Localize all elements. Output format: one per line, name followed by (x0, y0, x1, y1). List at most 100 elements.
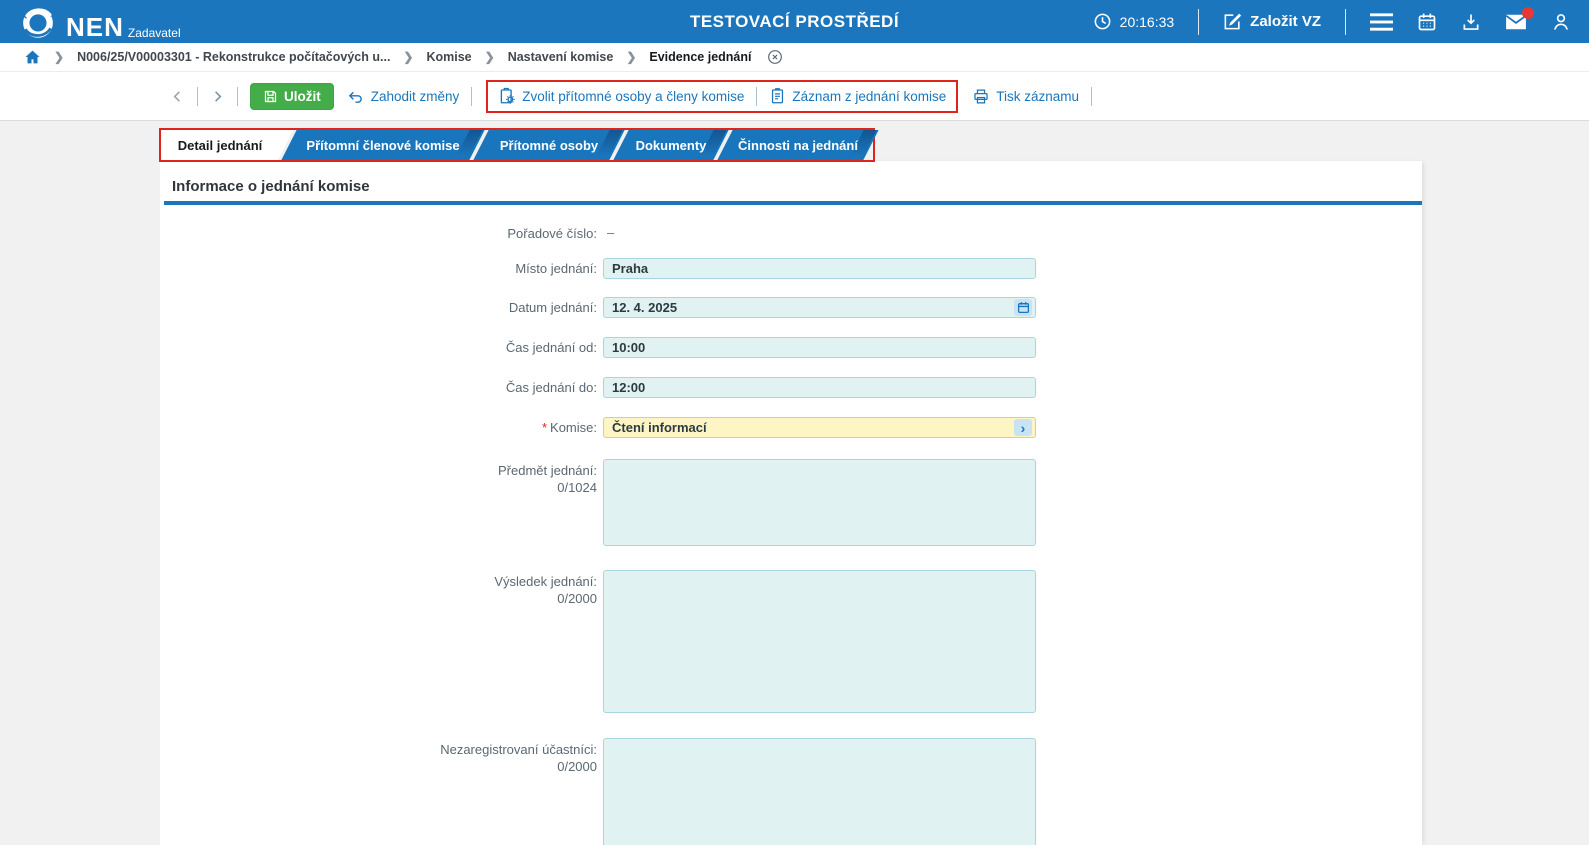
place-input[interactable] (603, 258, 1036, 279)
clock-icon (1093, 12, 1112, 31)
header-divider (1198, 9, 1199, 35)
app-logo[interactable]: NEN Zadavatel (20, 4, 181, 40)
toolbar-divider (756, 87, 757, 106)
meeting-record-button[interactable]: Záznam z jednání komise (769, 87, 946, 105)
unregistered-label: Nezaregistrovaní účastníci: 0/2000 (160, 742, 597, 774)
committee-label: *Komise: (160, 420, 597, 435)
save-label: Uložit (284, 89, 321, 104)
server-time: 20:16:33 (1093, 12, 1175, 31)
chevron-field-icon: › (1021, 421, 1026, 435)
subject-textarea[interactable] (603, 459, 1036, 546)
choose-persons-label: Zvolit přítomné osoby a členy komise (522, 89, 744, 104)
prev-record-button[interactable] (170, 89, 185, 104)
create-vz-button[interactable]: Založit VZ (1223, 12, 1321, 31)
clipboard-gear-icon (498, 87, 516, 105)
save-button[interactable]: Uložit (250, 83, 334, 110)
tab-label: Činnosti na jednání (738, 138, 858, 153)
committee-lookup-button[interactable]: › (1014, 419, 1032, 436)
committee-input[interactable] (603, 417, 1036, 438)
clipboard-doc-icon (769, 87, 786, 105)
label-text: Čas jednání od: (506, 340, 597, 355)
header-divider (1345, 9, 1346, 35)
discard-label: Zahodit změny (371, 89, 460, 104)
breadcrumb-item-nastaveni-komise[interactable]: Nastavení komise (508, 50, 614, 64)
tab-cinnosti-na-jednani[interactable]: Činnosti na jednání (723, 130, 873, 160)
home-icon[interactable] (24, 49, 41, 65)
environment-title: TESTOVACÍ PROSTŘEDÍ (690, 0, 899, 43)
printer-icon (972, 88, 990, 105)
serial-value: – (607, 225, 614, 240)
serial-label: Pořadové číslo: (160, 226, 597, 241)
label-text: Datum jednání: (509, 300, 597, 315)
label-text: Nezaregistrovaní účastníci: (440, 742, 597, 757)
choose-persons-button[interactable]: Zvolit přítomné osoby a členy komise (498, 87, 744, 105)
tab-detail-jednani[interactable]: Detail jednání (161, 130, 293, 160)
next-record-button[interactable] (210, 89, 225, 104)
result-label: Výsledek jednání: 0/2000 (160, 574, 597, 606)
date-label: Datum jednání: (160, 300, 597, 315)
discard-changes-button[interactable]: Zahodit změny (346, 88, 460, 105)
label-text: Výsledek jednání: (494, 574, 597, 589)
time-from-label: Čas jednání od: (160, 340, 597, 355)
unregistered-textarea[interactable] (603, 738, 1036, 845)
app-header: NEN Zadavatel TESTOVACÍ PROSTŘEDÍ 20:16:… (0, 0, 1589, 43)
place-label: Místo jednání: (160, 261, 597, 276)
messages-button[interactable] (1505, 13, 1527, 31)
user-profile-button[interactable] (1551, 12, 1571, 32)
label-text: Místo jednání: (515, 261, 597, 276)
print-record-label: Tisk záznamu (996, 89, 1079, 104)
breadcrumb-item-evidence-jednani[interactable]: Evidence jednání (649, 50, 751, 64)
time-to-label: Čas jednání do: (160, 380, 597, 395)
header-actions: 20:16:33 Založit VZ (1093, 0, 1571, 43)
required-asterisk: * (542, 420, 547, 435)
section-title: Informace o jednání komise (172, 178, 1422, 195)
label-text: Čas jednání do: (506, 380, 597, 395)
toolbar-divider (471, 87, 472, 106)
toolbar-divider (1091, 87, 1092, 106)
breadcrumb-item-contract[interactable]: N006/25/V00003301 - Rekonstrukce počítač… (77, 50, 390, 64)
breadcrumb-item-komise[interactable]: Komise (426, 50, 471, 64)
save-icon (263, 89, 278, 104)
print-record-button[interactable]: Tisk záznamu (972, 88, 1079, 105)
tab-label: Přítomné osoby (500, 138, 598, 153)
label-text: Komise: (550, 420, 597, 435)
tabs-annotation-box: Detail jednání Přítomní členové komise P… (159, 128, 875, 162)
user-icon (1551, 12, 1571, 32)
inbox-download-button[interactable] (1461, 12, 1481, 32)
discard-icon (346, 88, 365, 105)
subject-counter: 0/1024 (160, 480, 597, 495)
breadcrumb-separator: ❯ (626, 50, 636, 64)
time-value: 20:16:33 (1120, 14, 1175, 30)
unregistered-counter: 0/2000 (160, 759, 597, 774)
calendar-button[interactable] (1417, 12, 1437, 32)
notification-badge (1522, 7, 1534, 19)
tab-pritomne-osoby[interactable]: Přítomné osoby (479, 130, 619, 160)
toolbar-annotation-box: Zvolit přítomné osoby a členy komise Záz… (486, 80, 958, 113)
tab-label: Detail jednání (178, 138, 263, 153)
tab-dokumenty[interactable]: Dokumenty (619, 130, 723, 160)
subject-label: Předmět jednání: 0/1024 (160, 463, 597, 495)
section-underline (164, 201, 1422, 205)
time-from-input[interactable] (603, 337, 1036, 358)
download-icon (1461, 12, 1481, 32)
calendar-icon (1417, 12, 1437, 32)
breadcrumb-separator: ❯ (485, 50, 495, 64)
result-textarea[interactable] (603, 570, 1036, 713)
time-to-input[interactable] (603, 377, 1036, 398)
label-text: Předmět jednání: (498, 463, 597, 478)
nen-logo-icon (20, 4, 56, 40)
date-input[interactable] (603, 297, 1036, 318)
calendar-field-icon (1017, 301, 1030, 314)
create-vz-label: Založit VZ (1250, 13, 1321, 30)
breadcrumb-separator: ❯ (403, 50, 413, 64)
close-icon[interactable] (767, 49, 783, 65)
logo-subtitle: Zadavatel (128, 26, 181, 40)
tab-label: Přítomní členové komise (306, 138, 459, 153)
label-text: Pořadové číslo: (507, 226, 597, 241)
tab-pritomni-clenove-komise[interactable]: Přítomní členové komise (287, 130, 479, 160)
date-picker-button[interactable] (1014, 299, 1032, 316)
logo-text: NEN (66, 14, 124, 40)
menu-icon (1370, 13, 1393, 31)
menu-button[interactable] (1370, 13, 1393, 31)
toolbar-divider (237, 87, 238, 106)
